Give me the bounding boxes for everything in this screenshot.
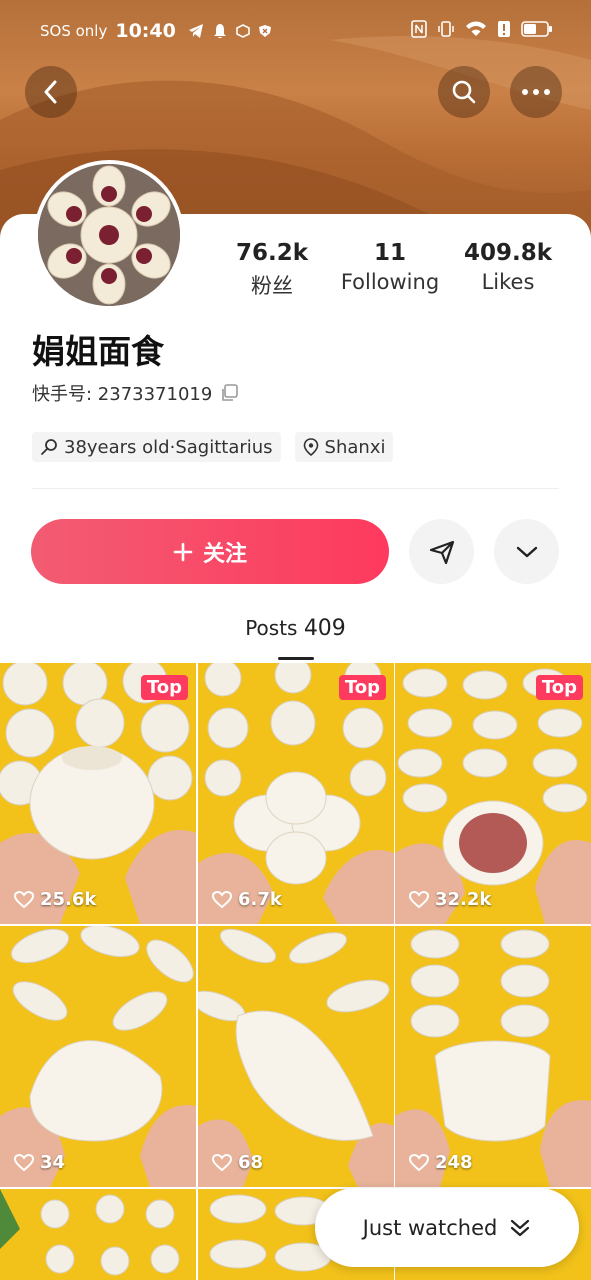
search-button[interactable]	[438, 66, 490, 118]
more-button[interactable]	[510, 66, 562, 118]
post-image	[395, 663, 591, 924]
tab-indicator	[278, 657, 314, 660]
follow-label: 关注	[202, 541, 247, 567]
search-icon	[452, 80, 476, 104]
like-count-text: 34	[40, 1152, 66, 1173]
alert-icon	[498, 21, 510, 37]
stat-value: 409.8k	[463, 240, 553, 266]
stat-value: 76.2k	[235, 240, 309, 266]
heart-icon	[409, 890, 429, 908]
chevron-left-icon	[44, 80, 57, 104]
like-count: 248	[409, 1152, 473, 1173]
more-dots-icon	[522, 89, 550, 95]
tag-text: 38years old·Sagittarius	[64, 436, 273, 458]
divider	[32, 488, 559, 489]
post-thumbnail[interactable]: 248	[395, 926, 591, 1187]
wifi-icon	[466, 21, 486, 36]
shield-icon	[258, 25, 271, 37]
post-thumbnail[interactable]: Top 25.6k	[0, 663, 196, 924]
tag-location: Shanxi	[294, 432, 394, 462]
like-count-text: 6.7k	[238, 889, 282, 910]
stat-value: 11	[373, 240, 406, 266]
follow-button[interactable]: 关注	[31, 519, 389, 584]
post-image	[0, 926, 196, 1187]
stat-label: 粉丝	[251, 274, 293, 298]
post-thumbnail[interactable]: 68	[198, 926, 394, 1187]
post-thumbnail[interactable]: Top 32.2k	[395, 663, 591, 924]
status-bar: SOS only 10:40	[0, 0, 591, 64]
chevron-down-icon	[516, 546, 537, 557]
just-watched-button[interactable]: Just watched	[315, 1188, 579, 1267]
nfc-icon	[411, 20, 427, 38]
vibrate-icon	[438, 21, 454, 37]
avatar[interactable]	[34, 160, 184, 310]
like-count: 34	[14, 1152, 65, 1173]
clock: 10:40	[115, 20, 176, 42]
search-person-icon	[41, 439, 57, 455]
bell-icon	[213, 24, 226, 39]
like-count-text: 248	[435, 1152, 473, 1173]
stat-fans[interactable]: 76.2k 粉丝	[232, 240, 312, 300]
expand-button[interactable]	[494, 519, 559, 584]
tab-posts[interactable]: Posts 409	[0, 616, 591, 641]
heart-icon	[212, 1153, 232, 1171]
post-image	[395, 926, 591, 1187]
post-image	[198, 926, 394, 1187]
like-count: 32.2k	[409, 889, 491, 910]
tag-text: Shanxi	[324, 436, 386, 458]
profile-name: 娟姐面食	[32, 332, 164, 371]
post-image	[0, 663, 196, 924]
like-count-text: 32.2k	[435, 889, 492, 910]
top-badge: Top	[535, 675, 583, 700]
post-image	[0, 1189, 196, 1280]
user-id-text: 快手号: 2373371019	[32, 384, 213, 405]
just-watched-label: Just watched	[362, 1215, 498, 1240]
like-count: 25.6k	[14, 889, 96, 910]
tag-age-zodiac: 38years old·Sagittarius	[32, 432, 281, 462]
stat-likes[interactable]: 409.8k Likes	[462, 240, 554, 294]
top-badge: Top	[140, 675, 188, 700]
post-thumbnail[interactable]	[0, 1189, 196, 1280]
tab-posts-label: Posts	[245, 616, 298, 640]
back-button[interactable]	[25, 66, 77, 118]
post-image	[198, 663, 394, 924]
stat-label: Following	[340, 270, 440, 294]
box-icon	[236, 24, 250, 38]
copy-icon[interactable]	[220, 384, 239, 402]
plus-icon	[173, 542, 193, 561]
profile-tags: 38years old·Sagittarius Shanxi	[32, 432, 394, 462]
battery-icon	[521, 21, 552, 37]
like-count-text: 25.6k	[40, 889, 97, 910]
heart-icon	[14, 1153, 34, 1171]
location-pin-icon	[303, 438, 318, 456]
post-thumbnail[interactable]: Top 6.7k	[198, 663, 394, 924]
tab-posts-count: 409	[303, 616, 346, 641]
send-icon	[429, 540, 454, 564]
double-chevron-down-icon	[511, 1219, 530, 1236]
stat-label: Likes	[481, 270, 535, 294]
top-badge: Top	[338, 675, 386, 700]
stat-following[interactable]: 11 Following	[334, 240, 446, 294]
like-count: 6.7k	[212, 889, 282, 910]
heart-icon	[212, 890, 232, 908]
carrier-text: SOS only	[40, 22, 108, 40]
user-id-row: 快手号: 2373371019	[32, 380, 239, 406]
heart-icon	[14, 890, 34, 908]
share-button[interactable]	[409, 519, 474, 584]
like-count-text: 68	[238, 1152, 264, 1173]
post-thumbnail[interactable]: 34	[0, 926, 196, 1187]
heart-icon	[409, 1153, 429, 1171]
avatar-dumpling-image	[38, 164, 180, 306]
like-count: 68	[212, 1152, 263, 1173]
telegram-icon	[188, 24, 203, 38]
